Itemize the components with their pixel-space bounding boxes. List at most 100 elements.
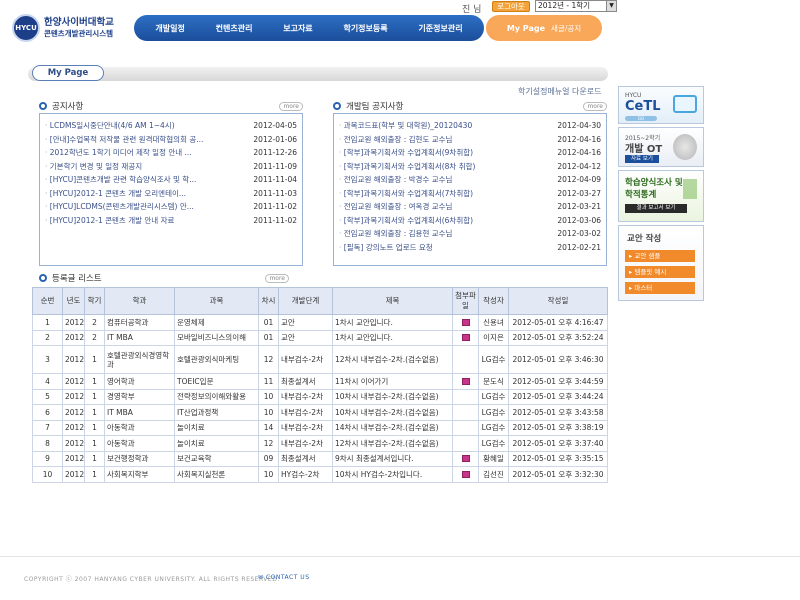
- term-select[interactable]: 2012년 - 1학기 ▼: [535, 0, 617, 12]
- attachment-icon[interactable]: [461, 318, 470, 326]
- list-item[interactable]: [안내]수업목적 저작물 관련 원격대학협의회 공...2012-01-06: [40, 133, 302, 147]
- notice-more-button[interactable]: more: [279, 101, 303, 111]
- ot-view-button[interactable]: 자료 보기: [625, 155, 659, 163]
- attachment-icon[interactable]: [461, 455, 470, 463]
- cell-author: 문도식: [478, 373, 509, 390]
- survey-banner[interactable]: 학습양식조사 및 학적통계 결과 보고서 보기: [618, 170, 704, 222]
- cell-attachment: [452, 435, 479, 452]
- col-semester: 학기: [84, 287, 105, 315]
- cell-department: IT MBA: [104, 329, 175, 346]
- contact-us-link[interactable]: ✉ CONTACT US: [258, 574, 310, 581]
- nav-dev-schedule[interactable]: 개발일정: [155, 23, 184, 34]
- cell-title[interactable]: 14차시 내부검수-2차.(검수없음): [332, 419, 453, 436]
- cell-title[interactable]: 11차시 이어가기: [332, 373, 453, 390]
- table-row[interactable]: 5 2012 1 경영학부 전략정보의이해와활용 10 내부검수-2차 10차시 내부검수-2…: [32, 388, 608, 405]
- table-row[interactable]: 9 2012 1 보건행정학과 보건교육학 09 최종설계서 9차시 최종설계서입니다. 황혜일…: [32, 450, 608, 467]
- cell-semester: 1: [84, 450, 105, 467]
- table-row[interactable]: 4 2012 1 영어학과 TOEIC입문 11 최종설계서 11차시 이어가기 문도식 2012…: [32, 373, 608, 390]
- logo[interactable]: HYCU 한양사이버대학교 콘텐츠개발관리시스템: [12, 12, 132, 44]
- mypage-sub-label[interactable]: 새글/공지: [551, 23, 581, 34]
- attachment-icon[interactable]: [461, 334, 470, 342]
- cell-department: 호텔관광외식경영학과: [104, 345, 175, 374]
- master-button[interactable]: ▸ 마스터: [625, 282, 695, 294]
- cell-session: 12: [258, 435, 279, 452]
- table-row[interactable]: 2 2012 2 IT MBA 모바일비즈니스의이해 01 교안 1차시 교안입니다. 이지은 2…: [32, 329, 608, 346]
- cell-year: 2012: [62, 314, 85, 331]
- attachment-icon[interactable]: [461, 377, 470, 385]
- list-item[interactable]: 2012학년도 1학기 미디어 제작 일정 안내 ...2011-12-26: [40, 146, 302, 160]
- cell-year: 2012: [62, 404, 85, 421]
- cell-title[interactable]: 12차시 내부검수-2차.(검수없음): [332, 345, 453, 374]
- col-attachment: 첨부파일: [452, 287, 479, 315]
- survey-report-button[interactable]: 결과 보고서 보기: [625, 204, 687, 213]
- dev-notice-more-button[interactable]: more: [583, 101, 607, 111]
- list-item[interactable]: [학부]과목기획서와 수업계획서(9차취합)2012-04-16: [334, 146, 606, 160]
- cell-stage: 내부검수-2차: [278, 419, 333, 436]
- survey-title-line2: 학적통계: [625, 190, 657, 200]
- manual-download-link[interactable]: 학기설정메뉴얼 다운로드: [518, 86, 602, 97]
- cell-department: 아동학과: [104, 435, 175, 452]
- cell-title[interactable]: 1차시 교안입니다.: [332, 314, 453, 331]
- term-select-value: 2012년 - 1학기: [538, 1, 591, 10]
- list-item[interactable]: [HYCU]2012-1 콘텐츠 개발 오리엔테이...2011-11-03: [40, 187, 302, 201]
- table-row[interactable]: 6 2012 1 IT MBA IT산업과정책 10 내부검수-2차 10차시 내부검수-2차…: [32, 404, 608, 421]
- table-row[interactable]: 1 2012 2 컴퓨터공학과 운영체제 01 교안 1차시 교안입니다. 신용녀 2012-05…: [32, 314, 608, 331]
- cell-title[interactable]: 10차시 내부검수-2차.(검수없음): [332, 388, 453, 405]
- list-item[interactable]: 전임교원 해외출장 : 김용현 교수님2012-03-02: [334, 227, 606, 241]
- dev-ot-banner[interactable]: 2015~2학기 개발 OT 자료 보기: [618, 127, 704, 167]
- list-item[interactable]: 기본학기 변경 및 일정 재공지2011-11-09: [40, 160, 302, 174]
- cell-date: 2012-05-01 오후 3:43:58: [508, 404, 608, 421]
- cell-title[interactable]: 10차시 HY검수-2차입니다.: [332, 466, 453, 483]
- table-row[interactable]: 7 2012 1 아동학과 놀이치료 14 내부검수-2차 14차시 내부검수-2차.(검수없…: [32, 419, 608, 436]
- bullet-icon: [39, 102, 47, 110]
- dev-notice-header: 개발팀 공지사항 more: [333, 100, 607, 112]
- nav-base-info[interactable]: 기준정보관리: [418, 23, 462, 34]
- template-example-button[interactable]: ▸ 템플릿 예시: [625, 266, 695, 278]
- chevron-down-icon: ▼: [606, 1, 616, 11]
- cell-title[interactable]: 12차시 내부검수-2차.(검수없음): [332, 435, 453, 452]
- list-item[interactable]: 전임교원 해외출장 : 김현도 교수님2012-04-16: [334, 133, 606, 147]
- list-item[interactable]: 전임교원 해외출장 : 여옥경 교수님2012-03-21: [334, 200, 606, 214]
- cell-year: 2012: [62, 373, 85, 390]
- list-item[interactable]: [학부]과목기획서와 수업계획서(8차 취합)2012-04-12: [334, 160, 606, 174]
- cetl-banner[interactable]: HYCU CeTL GO: [618, 86, 704, 124]
- table-row[interactable]: 3 2012 1 호텔관광외식경영학과 호텔관광외식마케팅 12 내부검수-2차 12차시 내…: [32, 345, 608, 374]
- list-item[interactable]: [HYCU]LCDMS(콘텐츠개발관리시스템) 안...2011-11-02: [40, 200, 302, 214]
- col-department: 학과: [104, 287, 175, 315]
- notice-header: 공지사항 more: [39, 100, 303, 112]
- list-item[interactable]: 전임교원 해외출장 : 박경수 교수님2012-04-09: [334, 173, 606, 187]
- cell-year: 2012: [62, 435, 85, 452]
- list-item[interactable]: [필독] 강의노트 업로드 요청2012-02-21: [334, 241, 606, 255]
- cell-course: 운영체제: [174, 314, 259, 331]
- list-item[interactable]: [학부]과목기획서와 수업계획서(7차취합)2012-03-27: [334, 187, 606, 201]
- registered-table: 순번 년도 학기 학과 과목 차시 개발단계 제목 첨부파일 작성자 작성일 1…: [32, 287, 608, 483]
- mypage-tab[interactable]: My Page 새글/공지: [486, 15, 602, 41]
- registered-title: 등록글 리스트: [52, 274, 102, 284]
- cell-year: 2012: [62, 329, 85, 346]
- nav-reports[interactable]: 보고자료: [283, 23, 312, 34]
- list-item[interactable]: LCDMS일시중단안내(4/6 AM 1~4시)2012-04-05: [40, 119, 302, 133]
- cell-attachment: [452, 373, 479, 390]
- table-row[interactable]: 8 2012 1 아동학과 놀이치료 12 내부검수-2차 12차시 내부검수-2차.(검수없…: [32, 435, 608, 452]
- nav-semester-info[interactable]: 학기정보등록: [343, 23, 387, 34]
- registered-more-button[interactable]: more: [265, 273, 289, 283]
- lecture-sample-button[interactable]: ▸ 교안 샘플: [625, 250, 695, 262]
- logout-button[interactable]: 로그아웃: [492, 1, 530, 12]
- cetl-go-button[interactable]: GO: [625, 116, 657, 121]
- cell-attachment: [452, 419, 479, 436]
- cell-date: 2012-05-01 오후 4:16:47: [508, 314, 608, 331]
- attachment-icon[interactable]: [461, 470, 470, 478]
- cell-title[interactable]: 10차시 내부검수-2차.(검수없음): [332, 404, 453, 421]
- list-item[interactable]: [HYCU]2012-1 콘텐츠 개발 안내 자료2011-11-02: [40, 214, 302, 228]
- ot-title: 개발 OT: [625, 144, 663, 155]
- cell-date: 2012-05-01 오후 3:52:24: [508, 329, 608, 346]
- list-item[interactable]: 과목코드표(학부 및 대학원)_201204302012-04-30: [334, 119, 606, 133]
- cell-stage: HY검수-2차: [278, 466, 333, 483]
- nav-content-management[interactable]: 컨텐츠관리: [216, 23, 253, 34]
- cell-semester: 1: [84, 404, 105, 421]
- cell-title[interactable]: 1차시 교안입니다.: [332, 329, 453, 346]
- list-item[interactable]: [학부]과목기획서와 수업계획서(6차취합)2012-03-06: [334, 214, 606, 228]
- cell-title[interactable]: 9차시 최종설계서입니다.: [332, 450, 453, 467]
- list-item[interactable]: [HYCU]콘텐츠개발 관련 학습양식조사 및 학...2011-11-04: [40, 173, 302, 187]
- table-row[interactable]: 10 2012 1 사회복지학부 사회복지실천론 10 HY검수-2차 10차시 HY검수-2…: [32, 466, 608, 483]
